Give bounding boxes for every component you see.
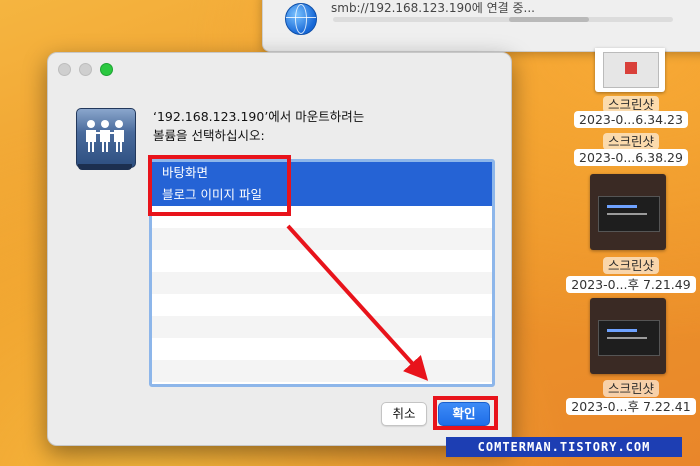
dialog-message-line1: ‘192.168.123.190’에서 마운트하려는	[153, 109, 365, 124]
screenshot-thumbnail	[595, 48, 665, 92]
connection-status-text: smb://192.168.123.190에 연결 중...	[331, 1, 535, 15]
screenshot-thumbnail	[590, 174, 666, 250]
empty-row	[152, 250, 492, 272]
screenshot-thumbnail	[590, 298, 666, 374]
empty-row	[152, 360, 492, 382]
volume-selection-highlight	[148, 155, 291, 216]
network-globe-icon	[285, 3, 317, 35]
connection-progress-bar	[333, 17, 673, 22]
desktop-item-name: 스크린샷	[602, 257, 659, 274]
mount-volume-dialog: ‘192.168.123.190’에서 마운트하려는 볼륨을 선택하십시오: 바…	[47, 52, 512, 446]
minimize-window-button[interactable]	[79, 63, 92, 76]
empty-row	[152, 272, 492, 294]
cancel-button[interactable]: 취소	[381, 402, 427, 426]
desktop-item-date: 2023-0...후 7.22.41	[566, 398, 696, 415]
empty-row	[152, 338, 492, 360]
desktop-item-date: 2023-0...6.38.29	[574, 149, 688, 166]
empty-row	[152, 316, 492, 338]
network-share-drive-icon	[76, 108, 136, 170]
empty-row	[152, 228, 492, 250]
desktop-item-date: 2023-0...6.34.23	[574, 111, 688, 128]
desktop-item-name: 스크린샷	[602, 380, 659, 397]
dialog-message: ‘192.168.123.190’에서 마운트하려는 볼륨을 선택하십시오:	[153, 107, 364, 145]
ok-button-highlight	[433, 396, 498, 430]
dialog-message-line2: 볼륨을 선택하십시오:	[153, 128, 265, 143]
close-window-button[interactable]	[58, 63, 71, 76]
empty-row	[152, 294, 492, 316]
zoom-window-button[interactable]	[100, 63, 113, 76]
desktop-item-date: 2023-0...후 7.21.49	[566, 276, 696, 293]
desktop-item-name: 스크린샷	[602, 133, 659, 150]
window-controls	[58, 63, 113, 76]
connection-window: smb://192.168.123.190에 연결 중...	[262, 0, 700, 52]
watermark-label: COMTERMAN.TISTORY.COM	[446, 437, 682, 457]
